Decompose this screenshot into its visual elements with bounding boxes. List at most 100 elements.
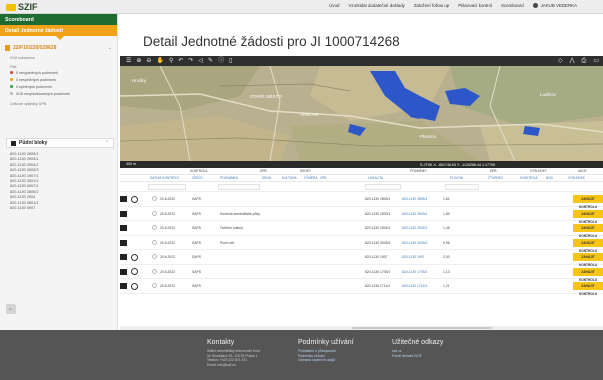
- trash-icon[interactable]: ▯: [229, 56, 232, 66]
- cell-note: Ploch vět.: [220, 240, 235, 245]
- expand-plus-icon[interactable]: [131, 268, 138, 275]
- expand-plus-icon[interactable]: [131, 253, 138, 261]
- nav-dodatecne-doklady[interactable]: Vzorkidat dodatečné doklady: [348, 3, 404, 8]
- chevron-down-icon[interactable]: ⌄: [108, 45, 112, 51]
- overall-results-link[interactable]: Celkové výsledky DPB: [0, 102, 117, 106]
- north-icon[interactable]: ⋀: [570, 56, 575, 66]
- cell-note: Kontrola zemědělské půdy: [220, 211, 260, 216]
- expand-plus-icon[interactable]: [131, 282, 138, 290]
- table-row[interactable]: 20.6.2022 SAPS 820-1130 2805/1 820-1130 …: [120, 192, 603, 209]
- column-header[interactable]: PLOCHA: [450, 176, 463, 180]
- start-control-button[interactable]: ZAHÁJIT KONTROLU: [573, 195, 603, 209]
- szif-logo[interactable]: SZIF: [6, 2, 38, 12]
- block-item[interactable]: 820-1130 3003/3: [10, 168, 38, 173]
- book-icon[interactable]: [120, 283, 127, 289]
- filter-row: [120, 182, 603, 192]
- column-header[interactable]: POZNÁMKA: [220, 176, 238, 180]
- block-item[interactable]: 820-1130 0907: [10, 206, 38, 211]
- cell-link[interactable]: 820-1130 2805/1: [402, 197, 427, 201]
- filter-input[interactable]: [445, 184, 479, 190]
- table-row[interactable]: 20.6.2022 SAPS 820-1130 1705/1 820-1130 …: [120, 265, 603, 282]
- measure-icon[interactable]: ◁: [198, 56, 203, 66]
- table-row[interactable]: 20.6.2022 SAPS Kontrola zemědělské půdy …: [120, 207, 603, 224]
- cell-link[interactable]: 820-1130 3003/3: [402, 241, 427, 245]
- draw-icon[interactable]: ✎: [208, 56, 213, 66]
- table-row[interactable]: 20.6.2022 SAPS 820-1130 1714/1 820-1130 …: [120, 279, 603, 296]
- footer-link[interactable]: Portál farmáře SZIF: [392, 354, 443, 359]
- filter-input[interactable]: [365, 184, 401, 190]
- column-header[interactable]: DRUH: [262, 176, 271, 180]
- expand-plus-icon[interactable]: [131, 195, 138, 203]
- book-icon[interactable]: [120, 225, 127, 231]
- column-header[interactable]: KONTROLA: [520, 176, 538, 180]
- layers-icon[interactable]: ◇: [558, 56, 563, 66]
- start-control-button[interactable]: ZAHÁJIT KONTROLU: [573, 224, 603, 238]
- start-control-button[interactable]: ZAHÁJIT KONTROLU: [573, 209, 603, 224]
- scrollbar-thumb[interactable]: [352, 327, 492, 329]
- sidebar-item-detail[interactable]: Detail Jednotné žádosti: [0, 25, 117, 40]
- blocks-panel-header[interactable]: Půdní bloky ⌃: [6, 138, 114, 148]
- collapse-sidebar-icon[interactable]: ←: [6, 304, 16, 314]
- column-header[interactable]: VÝSLEDEK: [568, 176, 585, 180]
- sidebar-item-scoreboard[interactable]: Scoreboard: [0, 14, 117, 25]
- book-icon[interactable]: [120, 268, 127, 275]
- legend-item[interactable]: 0/18 nevyhodnocených podmínek: [0, 90, 117, 97]
- filter-input[interactable]: [148, 184, 186, 190]
- chevron-up-icon[interactable]: ⌃: [105, 140, 109, 146]
- application-header[interactable]: 22/F10/220/029628 ⌄: [0, 45, 117, 51]
- nav-follow-up[interactable]: Založení follow up: [414, 3, 449, 8]
- book-icon[interactable]: [120, 210, 127, 217]
- table-row[interactable]: 20.6.2022 SAPS 820-1130 1907 820-1130 19…: [120, 250, 603, 267]
- legend-item[interactable]: 0 splněných podmínek: [0, 83, 117, 90]
- zoom-out-icon[interactable]: ⊖: [146, 56, 151, 66]
- cell-link[interactable]: 820-1130 1705/1: [402, 270, 427, 274]
- column-header[interactable]: ZDROJ: [192, 176, 203, 180]
- nav-uvod[interactable]: Úvod: [329, 3, 339, 8]
- column-header[interactable]: BOD: [546, 176, 553, 180]
- filter-input[interactable]: [218, 184, 260, 190]
- nav-scoreboard[interactable]: Scoreboard: [501, 3, 524, 8]
- print-icon[interactable]: ⎙: [582, 56, 587, 66]
- book-icon[interactable]: [120, 196, 127, 202]
- column-header[interactable]: DATUM KONTROLY: [150, 176, 179, 180]
- column-header[interactable]: VPB: [320, 176, 326, 180]
- map-view[interactable]: STARÉ MĚSTO VRBOVÉ Hrušky Plumlov Ludéro…: [120, 66, 603, 161]
- footer-link[interactable]: Ochrana osobních údajů: [298, 358, 354, 363]
- cell-link[interactable]: 820-1130 2903/1: [402, 212, 427, 216]
- legend-label: 0/18 nevyhodnocených podmínek: [16, 91, 70, 96]
- nav-planovaci-kontrol[interactable]: Plánovací kontrol: [458, 3, 492, 8]
- menu-icon[interactable]: ☰: [126, 56, 131, 66]
- column-header[interactable]: VÝMĚRA: [304, 176, 317, 180]
- start-control-button[interactable]: ZAHÁJIT KONTROLU: [573, 238, 603, 253]
- top-nav: Úvod Vzorkidat dodatečné doklady Založen…: [329, 3, 577, 8]
- column-header[interactable]: ČTVEREC: [488, 176, 503, 180]
- search-icon[interactable]: ⚲: [169, 56, 173, 66]
- cell-value: 0,96: [443, 240, 450, 245]
- redo-icon[interactable]: ↷: [188, 56, 193, 66]
- table-row[interactable]: 20.6.2022 SAPS Ploch vět. 820-1130 3003/…: [120, 236, 603, 253]
- start-control-button[interactable]: ZAHÁJIT KONTROLU: [573, 253, 603, 267]
- status-circle-icon: [152, 225, 157, 230]
- table-row[interactable]: 20.6.2022 SAPS Ověření kultury 820-1130 …: [120, 221, 603, 238]
- column-header[interactable]: LOKALITA: [368, 176, 383, 180]
- fullscreen-icon[interactable]: ▭: [593, 56, 599, 66]
- block-item[interactable]: 820-1130 2904: [10, 195, 38, 200]
- cell-link[interactable]: 820-1130 2904/1: [402, 226, 427, 230]
- start-control-button[interactable]: ZAHÁJIT KONTROLU: [573, 282, 603, 296]
- undo-icon[interactable]: ↶: [178, 56, 183, 66]
- cell-link[interactable]: 820-1130 1714/1: [402, 284, 427, 288]
- cell-link[interactable]: 820-1130 1907: [402, 255, 425, 259]
- book-icon[interactable]: [120, 239, 127, 246]
- column-header[interactable]: KULTURA: [282, 176, 297, 180]
- info-icon[interactable]: ⓘ: [218, 56, 224, 66]
- map-canvas[interactable]: STARÉ MĚSTO VRBOVÉ Hrušky Plumlov Ludéro…: [120, 66, 603, 161]
- user-menu[interactable]: JAKUB VEDERKA: [532, 3, 577, 8]
- legend-item[interactable]: 0 nesplněných podmínek: [0, 76, 117, 83]
- legend-item[interactable]: 0 nevyplněných podmínek: [0, 69, 117, 76]
- zoom-in-icon[interactable]: ⊕: [136, 56, 141, 66]
- start-control-button[interactable]: ZAHÁJIT KONTROLU: [573, 267, 603, 282]
- status-circle-icon: [152, 239, 157, 245]
- pan-hand-icon[interactable]: ✋: [156, 56, 163, 66]
- blocks-list: 820-1130 2805/1 820-1130 2903/1 820-1130…: [10, 152, 38, 211]
- book-icon[interactable]: [120, 254, 127, 260]
